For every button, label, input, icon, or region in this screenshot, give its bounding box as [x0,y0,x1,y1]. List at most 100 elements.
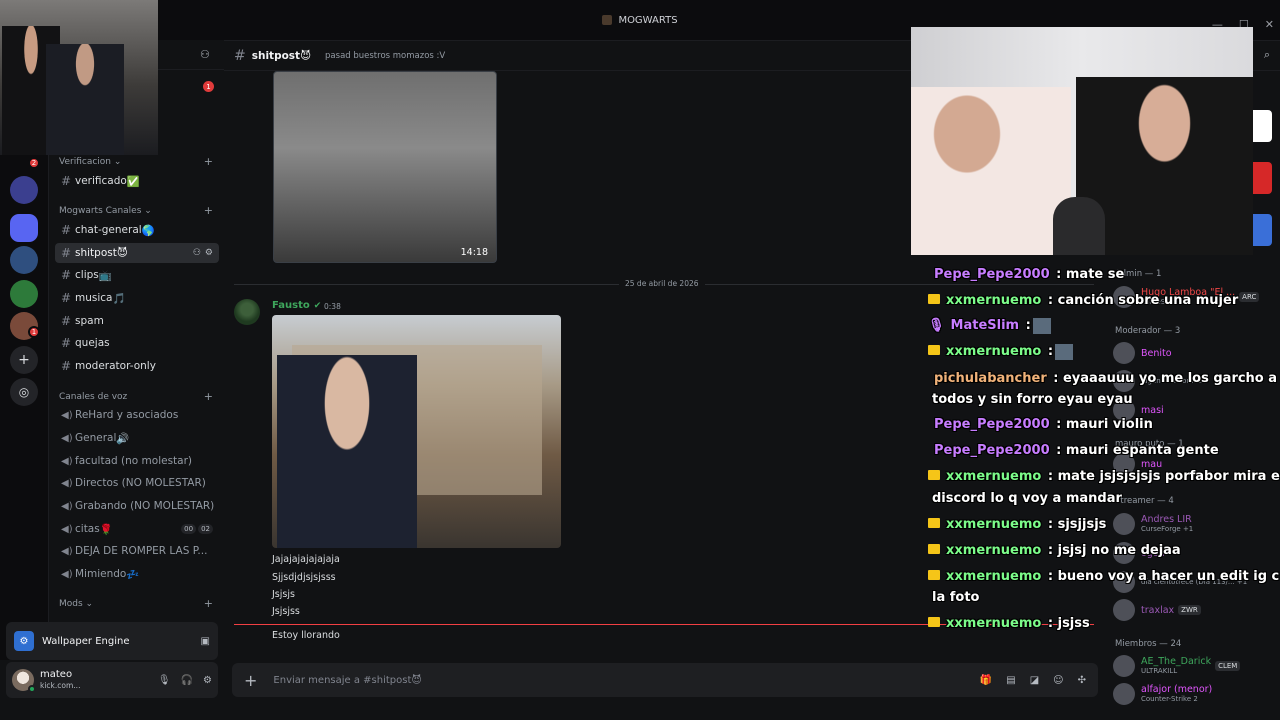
user-status: kick.com... [40,681,81,690]
chat-message: xxmernuemo : sjsjjsjs [928,516,1106,534]
activity-label: Wallpaper Engine [42,635,130,647]
screen-share-icon[interactable]: ▣ [201,636,210,647]
chat-message: xxmernuemo : canción sobre una mujer [928,292,1238,310]
voice-channel[interactable]: ◀) Grabando (NO MOLESTAR) [55,496,219,516]
wallpaper-engine-icon: ⚙ [14,631,34,651]
member-item[interactable]: AE_The_Darick ULTRAKILL CLEM [1113,655,1241,677]
date-divider-label: 25 de abril de 2026 [619,279,705,288]
hash-icon: # [61,291,72,305]
gif-icon[interactable]: ▤ [1006,675,1015,686]
hash-icon: # [61,268,72,282]
username: mateo [40,669,73,680]
activity-panel[interactable]: ⚙ Wallpaper Engine ▣ [6,622,218,660]
avatar[interactable] [234,299,260,325]
channel-title: shitpost😈 [251,49,312,62]
gear-icon[interactable]: ⚙ [203,675,212,686]
emoji-icon[interactable]: ☺ [1053,675,1063,686]
microphone-icon[interactable]: 🎙 [158,675,171,686]
chat-message: la foto [932,590,980,605]
server-icon-active[interactable] [10,214,38,242]
category-canales-de-voz[interactable]: Canales de voz + [59,391,213,402]
channel-chat-general[interactable]: # chat-general 🌎 [55,220,219,240]
category-mogwarts-canales[interactable]: Mogwarts Canales ⌄ + [59,205,213,216]
hash-icon: # [61,314,72,328]
voice-channel-citas[interactable]: ◀) citas 🌹 00 02 [55,519,219,539]
crown-icon [928,544,940,554]
role-tag: CLEM [1215,661,1241,671]
server-icon[interactable] [10,176,38,204]
close-icon[interactable]: ✕ [1265,18,1274,31]
speaker-icon: ◀) [61,477,73,489]
emote-icon [1055,343,1074,360]
crown-icon [928,294,940,304]
chat-message: Pepe_Pepe2000 : mauri espanta gente [934,443,1219,458]
add-channel-icon[interactable]: + [204,156,213,167]
add-channel-icon[interactable]: + [204,205,213,216]
hash-icon: # [234,47,246,64]
invite-icon[interactable]: ⚇ [193,248,201,258]
voice-channel[interactable]: ◀) ReHard y asociados [55,405,219,425]
discord-window: MOGWARTS — ☐ ✕ 2 1 + ◎ ⚇ 1 Verificacion … [0,0,1280,720]
add-channel-icon[interactable]: + [204,391,213,402]
speaker-icon: ◀) [61,500,73,512]
add-channel-icon[interactable]: + [204,598,213,609]
server-icon[interactable] [10,280,38,308]
chat-message: xxmernuemo : jsjsj no me dejaa [928,542,1181,560]
avatar[interactable] [12,669,36,693]
message-author[interactable]: Fausto ✔ [272,300,321,311]
speaker-icon: ◀) [61,545,73,557]
message-composer[interactable]: + Enviar mensaje a #shitpost😈 🎁 ▤ ◪ ☺ ✣ [232,663,1098,697]
message-input[interactable]: Enviar mensaje a #shitpost😈 [273,675,421,686]
apps-icon[interactable]: ✣ [1078,675,1086,686]
channel-spam[interactable]: # spam [55,311,219,331]
chat-message: Pepe_Pepe2000 : mate se [934,267,1125,282]
server-icon[interactable] [10,246,38,274]
chat-message: pichulabancher : eyaaauuu yo me los garc… [934,371,1278,386]
category-verificacion[interactable]: Verificacion ⌄ + [59,156,213,167]
stream-chat-overlay: Pepe_Pepe2000 : mate se xxmernuemo : can… [928,262,1280,642]
channel-verificado[interactable]: # verificado ✅ [55,171,219,191]
search-icon[interactable]: ⌕ [1264,48,1270,62]
online-status-icon [28,685,36,693]
hash-icon: # [61,246,72,260]
channel-topic[interactable]: pasad buestros momazos :V [325,51,445,61]
voice-channel[interactable]: ◀) Directos (NO MOLESTAR) [55,473,219,493]
channel-shitpost[interactable]: # shitpost 😈 ⚇ ⚙ [55,243,219,263]
channel-musica[interactable]: # musica 🎵 [55,288,219,308]
webcam-overlay-small [0,0,158,155]
microphone-icon: 🎙 [928,318,945,333]
attach-icon[interactable]: + [244,671,257,690]
channel-clips[interactable]: # clips 📺 [55,265,219,285]
voice-channel[interactable]: ◀) DEJA DE ROMPER LAS P... [55,541,219,561]
hash-icon: # [61,174,72,188]
notification-badge: 2 [28,157,40,169]
headphones-icon[interactable]: 🎧 [181,675,193,686]
gift-icon[interactable]: 🎁 [980,675,992,686]
category-mods[interactable]: Mods ⌄ + [59,598,213,609]
add-friend-icon[interactable]: ⚇ [200,48,214,62]
gear-icon[interactable]: ⚙ [205,248,213,258]
voice-channel[interactable]: ◀) General 🔊 [55,428,219,448]
crown-icon [928,470,940,480]
message-image[interactable]: 14:18 [273,71,497,263]
crown-icon [928,617,940,627]
crown-icon [928,570,940,580]
sticker-icon[interactable]: ◪ [1030,675,1039,686]
channel-quejas[interactable]: # quejas [55,333,219,353]
message-text: Jsjsjs [272,589,295,600]
member-item[interactable]: alfajor (menor) Counter-Strike 2 [1113,683,1212,705]
chat-message: xxmernuemo : mate jsjsjsjsjs porfabor mi… [928,468,1280,486]
avatar [1113,655,1135,677]
chat-message: todos y sin forro eyau eyau [932,392,1133,407]
message-image[interactable] [272,315,561,548]
crown-icon [928,345,940,355]
channel-moderator-only[interactable]: # moderator-only [55,356,219,376]
discover-icon[interactable]: ◎ [10,378,38,406]
add-server-icon[interactable]: + [10,346,38,374]
voice-channel[interactable]: ◀) Mimiendo 💤 [55,564,219,584]
verified-icon: ✔ [313,301,322,311]
speaker-icon: ◀) [61,568,73,580]
voice-channel[interactable]: ◀) facultad (no molestar) [55,451,219,471]
chat-message: discord lo q voy a mandar [932,491,1122,506]
image-timestamp: 14:18 [460,247,488,258]
